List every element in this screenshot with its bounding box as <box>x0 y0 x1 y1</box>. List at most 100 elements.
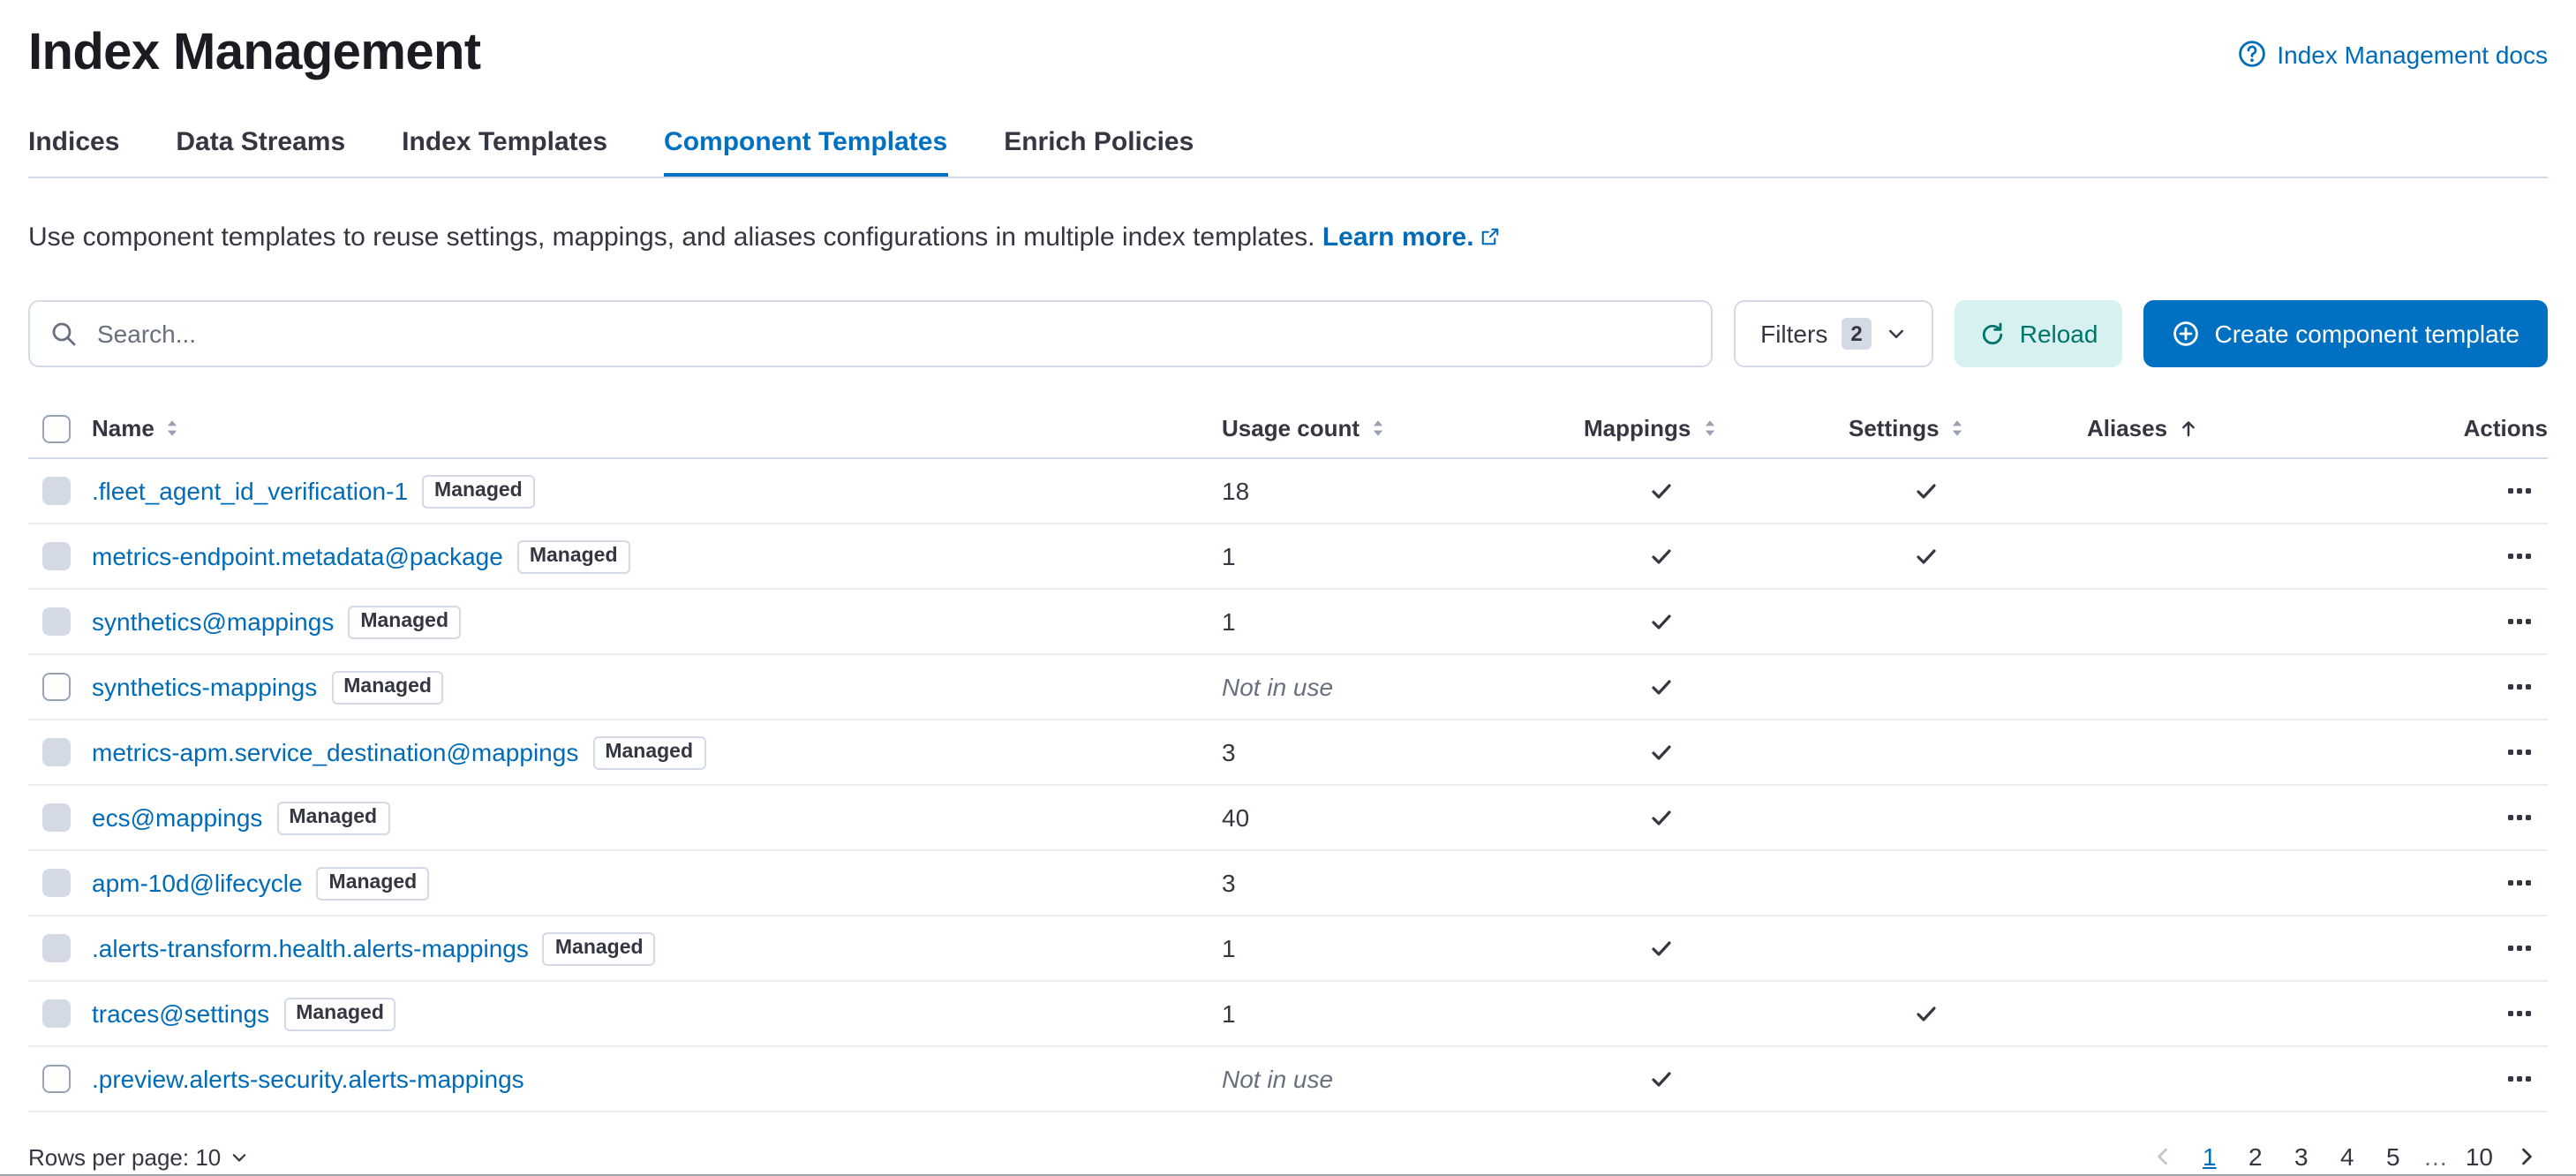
template-name-link[interactable]: ecs@mappings <box>92 803 262 832</box>
column-header-aliases[interactable]: Aliases <box>2087 415 2361 441</box>
page-description: Use component templates to reuse setting… <box>28 221 2548 258</box>
sortable-icon <box>1699 418 1719 438</box>
table-row: apm-10d@lifecycleManaged3 <box>28 851 2548 916</box>
row-checkbox <box>42 869 71 897</box>
template-name-link[interactable]: .preview.alerts-security.alerts-mappings <box>92 1065 524 1093</box>
table-row: .alerts-transform.health.alerts-mappings… <box>28 916 2548 982</box>
row-checkbox[interactable] <box>42 1065 71 1093</box>
column-header-name[interactable]: Name <box>92 415 1222 441</box>
page-5-button[interactable]: 5 <box>2372 1135 2414 1176</box>
usage-count-cell: 1 <box>1222 934 1584 962</box>
select-all-checkbox[interactable] <box>42 414 71 442</box>
filters-count-badge: 2 <box>1842 318 1871 350</box>
pagination-pages: 12345…10 <box>2188 1135 2502 1176</box>
row-actions-button[interactable] <box>2361 673 2548 701</box>
check-icon <box>1912 477 1940 505</box>
actions-ellipsis-icon <box>2505 869 2534 897</box>
row-actions-button[interactable] <box>2361 1065 2548 1093</box>
page-3-button[interactable]: 3 <box>2280 1135 2323 1176</box>
table-row: synthetics-mappingsManagedNot in use <box>28 655 2548 720</box>
tab-component-templates[interactable]: Component Templates <box>664 117 947 177</box>
mappings-cell <box>1584 803 1849 832</box>
row-actions-button[interactable] <box>2361 738 2548 766</box>
row-checkbox-cell <box>28 673 92 701</box>
template-name-link[interactable]: .alerts-transform.health.alerts-mappings <box>92 934 529 962</box>
page-10-button[interactable]: 10 <box>2457 1135 2502 1176</box>
table-row: traces@settingsManaged1 <box>28 982 2548 1047</box>
previous-page-button[interactable] <box>2143 1135 2185 1176</box>
row-checkbox-cell <box>28 1065 92 1093</box>
row-checkbox <box>42 803 71 832</box>
page-title: Index Management <box>28 21 481 85</box>
settings-cell <box>1849 477 2087 505</box>
table-row: synthetics@mappingsManaged1 <box>28 590 2548 655</box>
tab-index-templates[interactable]: Index Templates <box>402 117 607 177</box>
row-actions-button[interactable] <box>2361 869 2548 897</box>
template-name-link[interactable]: synthetics-mappings <box>92 673 317 701</box>
chevron-down-icon <box>230 1147 249 1166</box>
sortable-icon <box>163 418 183 438</box>
row-actions-button[interactable] <box>2361 934 2548 962</box>
actions-ellipsis-icon <box>2505 607 2534 636</box>
template-name-link[interactable]: synthetics@mappings <box>92 607 334 636</box>
actions-ellipsis-icon <box>2505 738 2534 766</box>
row-checkbox-cell <box>28 934 92 962</box>
create-component-template-button[interactable]: Create component template <box>2143 300 2548 367</box>
row-actions-button[interactable] <box>2361 607 2548 636</box>
template-name-link[interactable]: apm-10d@lifecycle <box>92 869 303 897</box>
row-checkbox-cell <box>28 607 92 636</box>
tab-enrich-policies[interactable]: Enrich Policies <box>1004 117 1194 177</box>
filters-label: Filters <box>1760 320 1827 348</box>
settings-cell <box>1849 542 2087 570</box>
refresh-icon <box>1979 320 2006 347</box>
name-cell: synthetics@mappingsManaged <box>92 605 1222 638</box>
next-page-button[interactable] <box>2505 1135 2548 1176</box>
template-name-link[interactable]: metrics-endpoint.metadata@package <box>92 542 503 570</box>
row-checkbox-cell <box>28 803 92 832</box>
row-checkbox <box>42 542 71 570</box>
check-icon <box>1647 803 1676 832</box>
usage-count-cell: 3 <box>1222 738 1584 766</box>
mappings-cell <box>1584 738 1849 766</box>
docs-link[interactable]: Index Management docs <box>2236 39 2548 69</box>
description-text: Use component templates to reuse setting… <box>28 222 1314 253</box>
name-cell: apm-10d@lifecycleManaged <box>92 866 1222 900</box>
table-row: metrics-endpoint.metadata@package Managed… <box>28 524 2548 590</box>
page-1-button[interactable]: 1 <box>2188 1135 2231 1176</box>
search-input[interactable] <box>28 300 1713 367</box>
row-actions-button[interactable] <box>2361 803 2548 832</box>
check-icon <box>1647 607 1676 636</box>
managed-badge: Managed <box>517 539 630 573</box>
column-header-usage-count[interactable]: Usage count <box>1222 415 1584 441</box>
check-icon <box>1647 934 1676 962</box>
row-checkbox[interactable] <box>42 673 71 701</box>
mappings-cell <box>1584 542 1849 570</box>
row-checkbox-cell <box>28 542 92 570</box>
question-circle-icon <box>2236 39 2266 69</box>
tab-data-streams[interactable]: Data Streams <box>176 117 345 177</box>
learn-more-link[interactable]: Learn more. <box>1322 222 1501 253</box>
search-icon <box>49 320 78 348</box>
template-name-link[interactable]: metrics-apm.service_destination@mappings <box>92 738 578 766</box>
reload-button[interactable]: Reload <box>1955 300 2123 367</box>
usage-count-cell: Not in use <box>1222 673 1584 701</box>
row-actions-button[interactable] <box>2361 542 2548 570</box>
page-2-button[interactable]: 2 <box>2234 1135 2277 1176</box>
page-4-button[interactable]: 4 <box>2326 1135 2369 1176</box>
template-name-link[interactable]: .fleet_agent_id_verification-1 <box>92 477 408 505</box>
row-actions-button[interactable] <box>2361 999 2548 1028</box>
select-all-cell <box>28 414 92 442</box>
tab-indices[interactable]: Indices <box>28 117 119 177</box>
check-icon <box>1647 673 1676 701</box>
template-name-link[interactable]: traces@settings <box>92 999 269 1028</box>
check-icon <box>1912 999 1940 1028</box>
managed-badge: Managed <box>276 801 389 834</box>
filters-button[interactable]: Filters 2 <box>1734 300 1933 367</box>
column-header-mappings[interactable]: Mappings <box>1584 415 1849 441</box>
row-actions-button[interactable] <box>2361 477 2548 505</box>
column-header-settings[interactable]: Settings <box>1849 415 2087 441</box>
rows-per-page-button[interactable]: Rows per page: 10 <box>28 1143 249 1170</box>
check-icon <box>1647 477 1676 505</box>
actions-ellipsis-icon <box>2505 477 2534 505</box>
managed-badge: Managed <box>283 997 396 1030</box>
